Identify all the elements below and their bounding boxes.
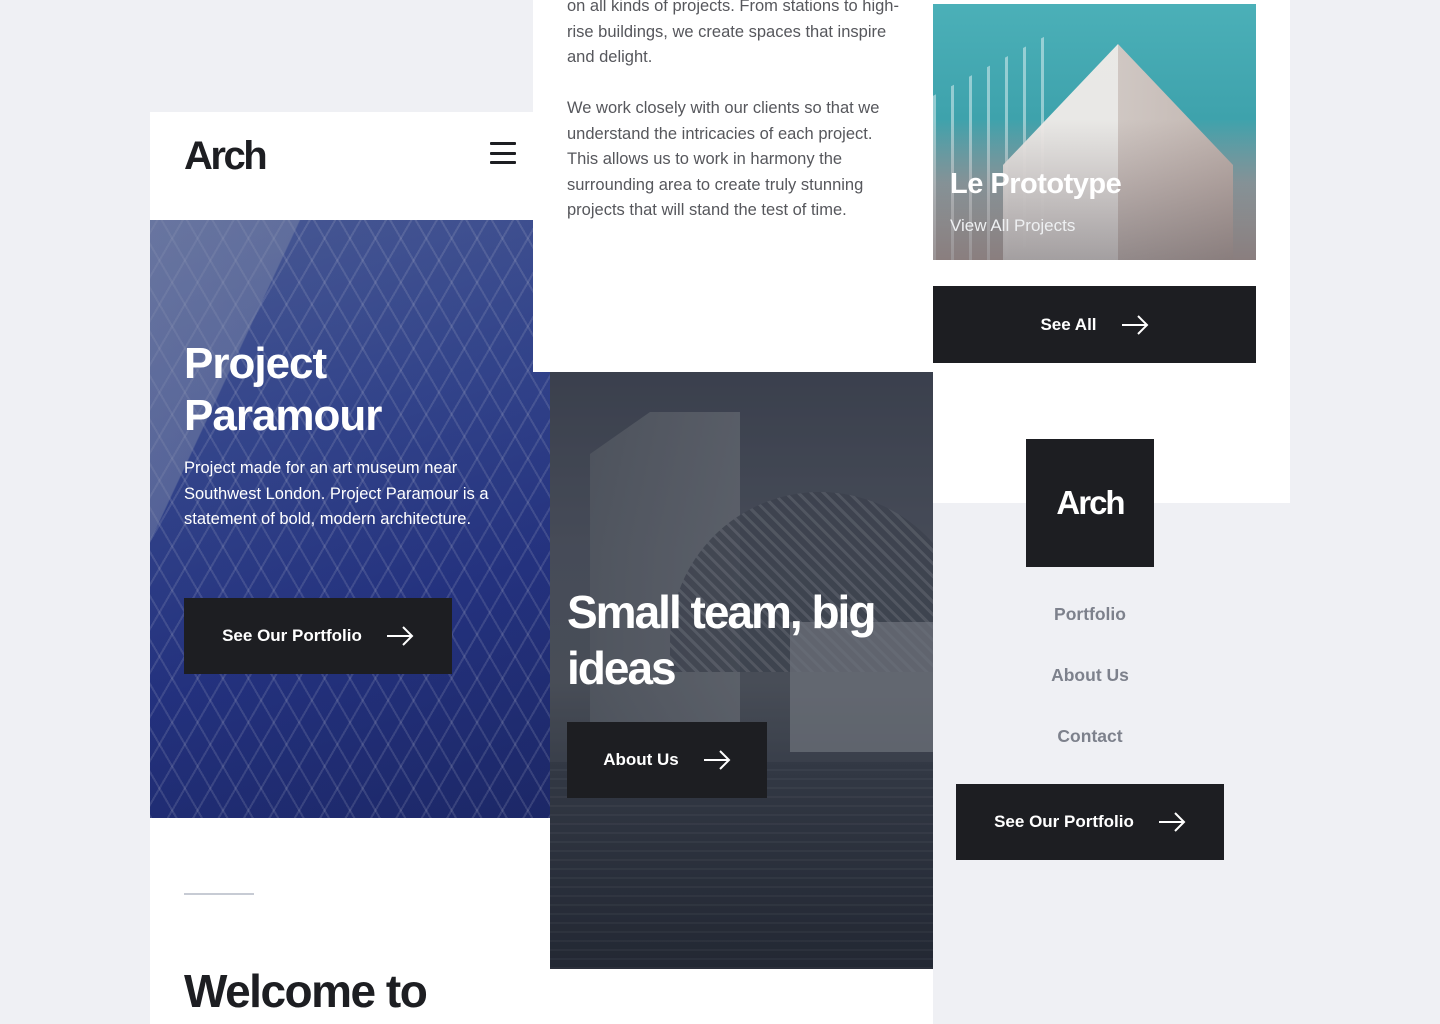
arrow-right-icon xyxy=(703,750,731,770)
button-label: See Our Portfolio xyxy=(222,626,362,645)
mobile-home-screen: Arch Project Paramour Project made for a… xyxy=(150,112,550,1024)
featured-project-card[interactable]: Le Prototype View All Projects xyxy=(933,4,1256,260)
hero-description: Project made for an art museum near Sout… xyxy=(184,459,489,528)
button-label: About Us xyxy=(603,750,679,769)
view-all-projects-link[interactable]: View All Projects xyxy=(950,216,1075,236)
team-banner: Small team, big ideas About Us xyxy=(550,372,933,969)
nav-item-portfolio[interactable]: Portfolio xyxy=(933,604,1247,625)
mobile-header: Arch xyxy=(150,112,550,220)
about-us-button[interactable]: About Us xyxy=(567,722,767,798)
nav-item-about-us[interactable]: About Us xyxy=(933,665,1247,686)
about-paragraph-1: on all kinds of projects. From stations … xyxy=(567,0,899,67)
button-label: See All xyxy=(1040,314,1097,334)
about-paragraph-2: We work closely with our clients so that… xyxy=(567,99,880,220)
blank-panel xyxy=(550,969,933,1024)
logo[interactable]: Arch xyxy=(184,134,268,179)
menu-icon[interactable] xyxy=(490,142,516,164)
arrow-right-icon xyxy=(1121,314,1148,335)
nav-item-contact[interactable]: Contact xyxy=(933,726,1247,747)
hero-title: Project Paramour xyxy=(184,339,382,440)
arrow-right-icon xyxy=(1158,812,1186,832)
menu-logo[interactable]: Arch xyxy=(1026,439,1154,567)
featured-project-title: Le Prototype xyxy=(950,168,1122,200)
hero-banner: Project Paramour Project made for an art… xyxy=(150,220,550,818)
about-text-section: on all kinds of projects. From stations … xyxy=(533,0,933,372)
arrow-right-icon xyxy=(386,626,414,646)
team-title: Small team, big ideas xyxy=(567,586,876,694)
see-portfolio-button[interactable]: See Our Portfolio xyxy=(184,598,452,674)
welcome-heading: Welcome to xyxy=(184,965,428,1017)
button-label: See Our Portfolio xyxy=(994,812,1134,831)
section-divider xyxy=(184,893,254,895)
see-all-button[interactable]: See All xyxy=(933,286,1256,363)
mobile-menu-panel: Arch Portfolio About Us Contact See Our … xyxy=(933,439,1290,911)
logo: Arch xyxy=(1056,484,1125,521)
featured-project-section: Le Prototype View All Projects See All xyxy=(933,0,1290,503)
see-portfolio-button[interactable]: See Our Portfolio xyxy=(956,784,1224,860)
